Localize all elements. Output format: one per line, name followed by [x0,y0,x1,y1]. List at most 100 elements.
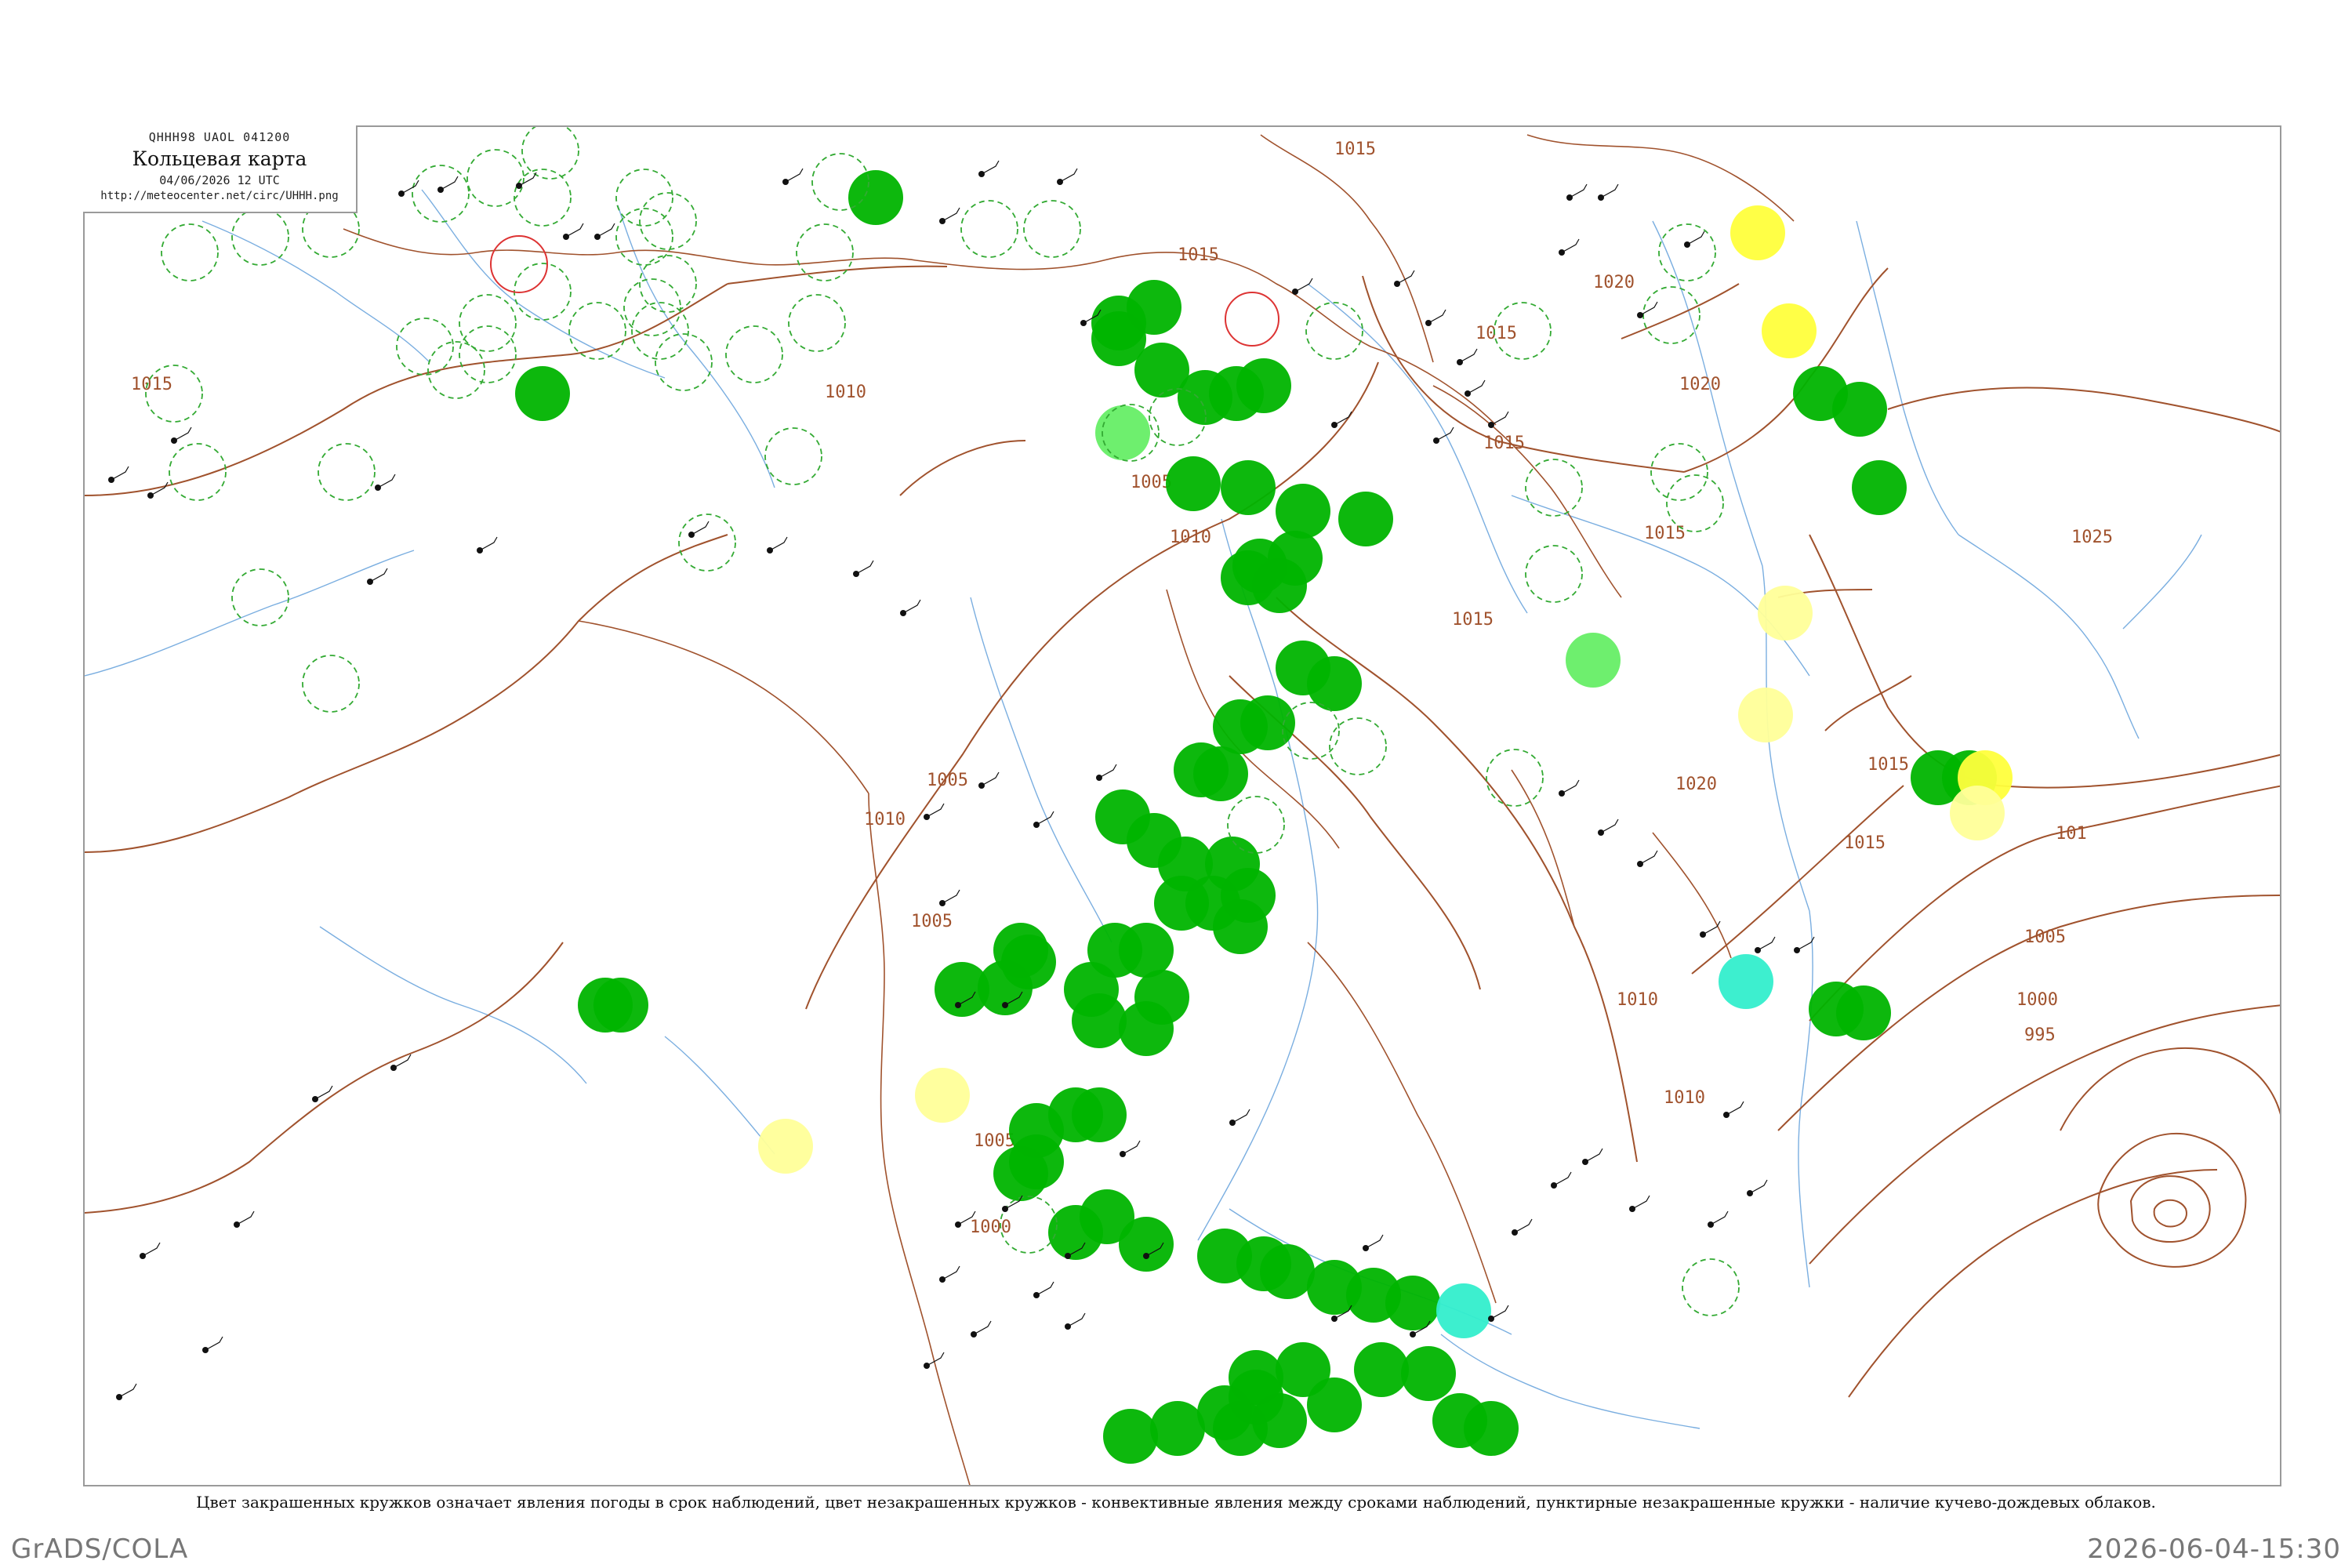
wind-barb [1584,1148,1603,1163]
wind-barb [981,160,1000,175]
station-filled-marker [1385,1276,1440,1330]
wind-barb [597,223,615,238]
station-filled-marker [1832,382,1887,437]
wind-barb [1702,920,1721,935]
station-filled-marker [915,1068,970,1123]
wind-barb [118,1383,137,1398]
isobar-label: 1020 [1593,273,1635,292]
isobar-line [1691,785,1904,975]
wind-barb [942,889,960,904]
station-dashed-ring [655,333,713,391]
weather-map[interactable]: 1015 1010 1005 1015 1010 1005 1005 1000 1015 1020… [83,125,2281,1486]
isobar-label: 1010 [1664,1088,1705,1108]
isobar-label: 1005 [911,912,953,931]
station-filled-marker [848,170,903,225]
isobar-line [85,283,728,496]
station-dashed-ring [1525,545,1583,603]
river-line [664,1036,775,1155]
isobar-label: 1010 [864,810,906,829]
station-dashed-ring [1023,200,1081,258]
wind-barb [785,168,804,183]
station-filled-marker [1566,633,1621,688]
station-filled-marker [1464,1401,1519,1456]
bulletin-code: QHHH98 UAOL 041200 [148,130,291,144]
river-line [421,189,666,379]
wind-barb [1098,764,1117,779]
station-filled-marker [1276,641,1330,695]
station-filled-marker [1950,786,2005,840]
wind-barb [691,521,710,535]
isobar-label: 1005 [974,1131,1015,1151]
station-filled-marker [578,978,633,1033]
river-line [2122,534,2202,630]
wind-barb [1726,1101,1744,1116]
wind-barb [981,771,1000,786]
station-filled-marker [1236,358,1291,413]
wind-barb [1561,238,1580,253]
wind-barb [1490,1305,1509,1319]
station-filled-marker [1064,962,1119,1017]
wind-barb [1553,1171,1572,1186]
station-filled-marker [1738,688,1793,742]
wind-barb [1600,183,1619,198]
station-dashed-ring [1666,474,1724,532]
station-dashed-ring [788,294,846,352]
wind-barb [111,466,129,481]
wind-barb [1365,1234,1384,1249]
stations-layer [108,127,2013,1464]
station-dashed-ring [412,165,470,223]
isobar-label: 1020 [1679,375,1721,394]
station-filled-marker [1103,1409,1158,1464]
isobar-label: 101 [2056,824,2087,844]
river-line [1958,534,2140,739]
station-dashed-ring [302,655,360,713]
map-url[interactable]: http://meteocenter.net/circ/UHHH.png [83,190,356,202]
isobar-line [2060,1047,2280,1131]
station-red-ring [490,235,548,293]
station-dashed-ring [1305,302,1363,360]
isobar-label: 1005 [927,771,968,790]
legend-caption: Цвет закрашенных кружков означает явлени… [196,1493,2156,1512]
isobar-label: 1020 [1675,775,1717,794]
station-filled-marker [1852,460,1907,515]
wind-barb [926,803,945,818]
wind-barb [369,568,388,583]
wind-barb [942,1265,960,1280]
wind-barb [1122,1140,1141,1155]
isobar-label: 995 [2024,1025,2056,1045]
station-filled-marker [1758,586,1813,641]
isobar-line [2153,1199,2187,1228]
isobar-line [1683,267,1889,473]
station-filled-marker [515,366,570,421]
station-dashed-ring [725,325,783,383]
isobar-label: 1000 [2016,990,2058,1010]
map-canvas: 1015 1010 1005 1015 1010 1005 1005 1000 1015 1020… [85,127,2280,1485]
isobar-label: 1000 [970,1218,1011,1237]
wind-barb [440,176,459,191]
station-filled-marker [1197,1385,1252,1440]
footer-software: GrADS/COLA [11,1534,189,1565]
wind-barb [1639,850,1658,865]
station-dashed-ring [318,443,376,501]
isobar-line [899,440,1026,496]
station-filled-marker [1276,484,1330,539]
wind-barb [942,207,960,222]
isobar-label: 1025 [2071,528,2113,547]
station-dashed-ring [231,208,289,266]
wind-barb [205,1336,223,1351]
station-dashed-ring [459,325,517,383]
station-dashed-ring [764,427,822,485]
wind-barb [1632,1195,1650,1210]
station-filled-marker [1119,1001,1174,1056]
river-line [201,220,430,363]
wind-barb [1710,1210,1729,1225]
station-filled-marker [1048,1087,1103,1142]
station-dashed-ring [521,127,579,180]
station-dashed-ring [960,200,1018,258]
title-panel: QHHH98 UAOL 041200 Кольцевая карта 04/06… [83,125,358,213]
station-dashed-ring [1642,286,1700,344]
border-line [578,620,869,794]
wind-barb [142,1242,161,1257]
river-line [85,550,415,677]
isobar-label: 1015 [1867,755,1909,775]
